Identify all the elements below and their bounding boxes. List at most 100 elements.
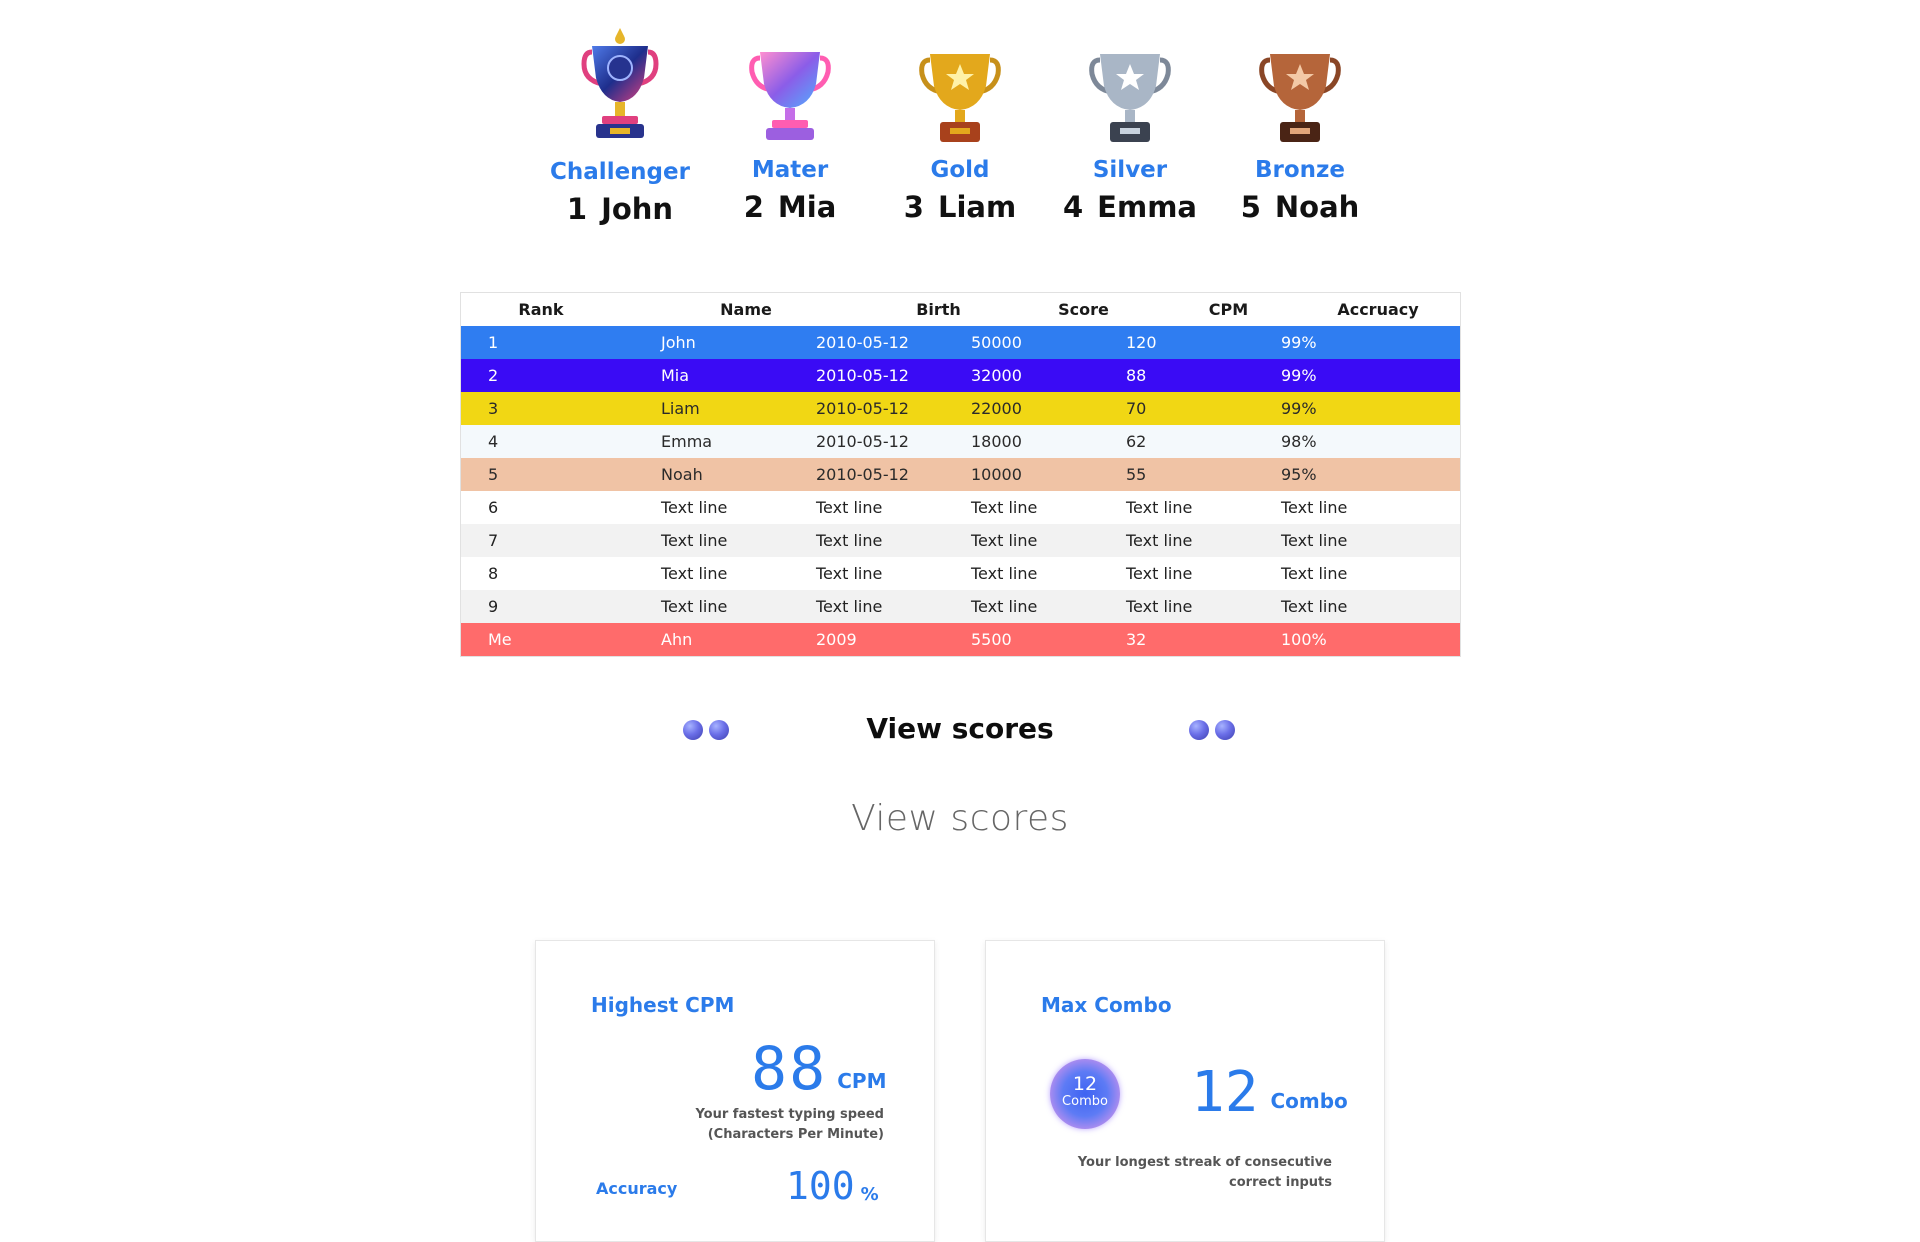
cell-name: Emma (661, 432, 713, 451)
tier-label: Silver (1092, 157, 1168, 183)
cell-rank: 3 (488, 399, 499, 418)
podium-name: John (601, 192, 674, 226)
desc-line: Your longest streak of consecutive (1077, 1155, 1332, 1170)
cell-birth: 2010-05-12 (816, 465, 909, 484)
podium-name: Emma (1097, 190, 1197, 224)
podium-name: Mia (777, 190, 837, 224)
silver-trophy-icon (1089, 54, 1171, 142)
header-rank[interactable]: Rank (461, 300, 621, 319)
combo-readout: 12 Combo (1191, 1065, 1348, 1121)
combo-unit: Combo (1270, 1089, 1348, 1113)
podium-player: 3 Liam (870, 190, 1050, 224)
podium-name: Noah (1274, 190, 1360, 224)
podium-player: 1 John (530, 192, 710, 226)
gold-trophy-icon (919, 54, 1001, 142)
desc-line: correct inputs (1229, 1175, 1332, 1190)
cell-birth: Text line (816, 531, 883, 550)
table-row[interactable]: 7 Text line Text line Text line Text lin… (461, 524, 1460, 557)
bronze-trophy-icon (1259, 54, 1341, 142)
cell-accuracy: 99% (1281, 366, 1317, 385)
dot-icon (1189, 720, 1209, 740)
my-rank-row[interactable]: Me Ahn 2009 5500 32 100% (461, 623, 1460, 656)
podium-player: 4 Emma (1040, 190, 1220, 224)
podium-gold[interactable]: Gold 3 Liam (870, 20, 1050, 224)
podium-rank: 1 (566, 192, 588, 226)
cell-score: Text line (971, 531, 1038, 550)
dot-icon (1215, 720, 1235, 740)
table-row[interactable]: 3 Liam 2010-05-12 22000 70 99% (461, 392, 1460, 425)
cell-score: 10000 (971, 465, 1022, 484)
cell-rank: 2 (488, 366, 499, 385)
cell-name: Text line (661, 531, 728, 550)
podium-player: 2 Mia (700, 190, 880, 224)
leaderboard-table: Rank Name Birth Score CPM Accruacy 1 Joh… (460, 292, 1461, 657)
cell-cpm: Text line (1126, 531, 1193, 550)
cell-score: 50000 (971, 333, 1022, 352)
tier-label: Bronze (1254, 157, 1346, 183)
header-birth[interactable]: Birth (871, 300, 1006, 319)
cell-birth: Text line (816, 498, 883, 517)
cell-name: Mia (661, 366, 690, 385)
cell-birth: 2010-05-12 (816, 432, 909, 451)
master-trophy-icon (749, 52, 831, 140)
cell-rank: 4 (488, 432, 499, 451)
table-row[interactable]: 8 Text line Text line Text line Text lin… (461, 557, 1460, 590)
right-dots-decoration (1189, 720, 1235, 740)
podium-rank: 3 (903, 190, 924, 224)
card-title: Highest CPM (591, 993, 735, 1017)
view-scores-header: View scores (0, 706, 1920, 752)
max-combo-card: Max Combo 12 Combo 12 Combo Your longest… (985, 940, 1385, 1242)
table-row[interactable]: 9 Text line Text line Text line Text lin… (461, 590, 1460, 623)
cell-accuracy: Text line (1281, 498, 1348, 517)
desc-line: (Characters Per Minute) (707, 1127, 884, 1142)
cell-score: Text line (971, 564, 1038, 583)
cell-accuracy: Text line (1281, 597, 1348, 616)
highest-cpm-card: Highest CPM 88 CPM Your fastest typing s… (535, 940, 935, 1242)
cell-accuracy: 99% (1281, 333, 1317, 352)
challenger-trophy-icon (581, 28, 659, 138)
cell-score: 5500 (971, 630, 1012, 649)
cell-cpm: 88 (1126, 366, 1147, 385)
cpm-unit: CPM (837, 1069, 887, 1093)
table-row[interactable]: 1 John 2010-05-12 50000 120 99% (461, 326, 1460, 359)
podium-challenger[interactable]: Challenger 1 John (530, 20, 710, 226)
accuracy-value: 100 (786, 1164, 855, 1208)
cell-cpm: Text line (1126, 597, 1193, 616)
header-score[interactable]: Score (1006, 300, 1161, 319)
cell-birth: 2010-05-12 (816, 366, 909, 385)
cell-score: Text line (971, 498, 1038, 517)
cell-name: Text line (661, 564, 728, 583)
table-row[interactable]: 5 Noah 2010-05-12 10000 55 95% (461, 458, 1460, 491)
cell-name: Text line (661, 597, 728, 616)
podium-rank: 5 (1240, 190, 1261, 224)
cell-accuracy: 95% (1281, 465, 1317, 484)
cell-rank: 7 (488, 531, 499, 550)
accuracy-label: Accuracy (596, 1179, 678, 1198)
combo-description: Your longest streak of consecutive corre… (1078, 1153, 1332, 1193)
table-row[interactable]: 4 Emma 2010-05-12 18000 62 98% (461, 425, 1460, 458)
cell-cpm: 70 (1126, 399, 1147, 418)
cell-rank: Me (488, 630, 512, 649)
cell-score: Text line (971, 597, 1038, 616)
podium-master[interactable]: Mater 2 Mia (700, 20, 880, 224)
cell-name: Ahn (661, 630, 693, 649)
cell-rank: 8 (488, 564, 499, 583)
cell-accuracy: 99% (1281, 399, 1317, 418)
header-accuracy[interactable]: Accruacy (1296, 300, 1460, 319)
section-title: View scores (866, 712, 1054, 745)
podium-player: 5 Noah (1210, 190, 1390, 224)
card-title: Max Combo (1041, 993, 1172, 1017)
accuracy-readout: 100 % (786, 1167, 879, 1205)
table-row[interactable]: 6 Text line Text line Text line Text lin… (461, 491, 1460, 524)
cell-rank: 5 (488, 465, 499, 484)
header-cpm[interactable]: CPM (1161, 300, 1296, 319)
cell-birth: 2010-05-12 (816, 333, 909, 352)
podium-bronze[interactable]: Bronze 5 Noah (1210, 20, 1390, 224)
podium-silver[interactable]: Silver 4 Emma (1040, 20, 1220, 224)
podium-rank: 2 (743, 190, 764, 224)
cell-cpm: 32 (1126, 630, 1147, 649)
header-name[interactable]: Name (621, 300, 871, 319)
table-row[interactable]: 2 Mia 2010-05-12 32000 88 99% (461, 359, 1460, 392)
cpm-value: 88 (751, 1034, 828, 1104)
cell-accuracy: 98% (1281, 432, 1317, 451)
